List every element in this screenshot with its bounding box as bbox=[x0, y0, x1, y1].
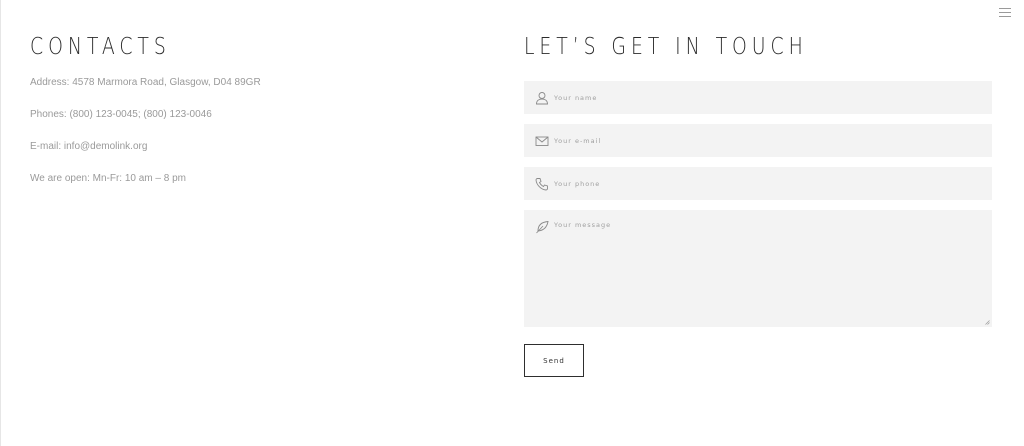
contacts-title: CONTACTS bbox=[30, 34, 171, 60]
name-field bbox=[524, 81, 992, 114]
address-text: Address: 4578 Marmora Road, Glasgow, D04… bbox=[30, 77, 261, 88]
user-icon bbox=[536, 92, 548, 105]
contact-page: CONTACTS Address: 4578 Marmora Road, Gla… bbox=[0, 0, 1024, 446]
phone-field bbox=[524, 167, 992, 200]
contact-info: Address: 4578 Marmora Road, Glasgow, D04… bbox=[30, 77, 470, 185]
phone-input[interactable] bbox=[554, 167, 992, 200]
envelope-icon bbox=[535, 136, 549, 146]
phones-text: Phones: (800) 123-0045; (800) 123-0046 bbox=[30, 109, 212, 120]
phone-icon bbox=[535, 178, 548, 191]
hamburger-menu-icon[interactable] bbox=[999, 8, 1011, 18]
contact-form-section: LET’S GET IN TOUCH Your name Your e-mail… bbox=[524, 33, 992, 377]
hours-text: We are open: Mn-Fr: 10 am – 8 pm bbox=[30, 173, 186, 184]
resize-grip-icon[interactable] bbox=[985, 320, 990, 325]
email-text: E-mail: info@demolink.org bbox=[30, 141, 148, 152]
send-button[interactable]: Send bbox=[524, 344, 584, 377]
feather-icon bbox=[536, 221, 549, 234]
email-field bbox=[524, 124, 992, 157]
message-field bbox=[524, 210, 992, 327]
contact-form: Send bbox=[524, 81, 992, 377]
name-input[interactable] bbox=[554, 81, 992, 114]
message-input[interactable] bbox=[554, 221, 992, 327]
form-title: LET’S GET IN TOUCH bbox=[524, 34, 808, 60]
contacts-section: CONTACTS Address: 4578 Marmora Road, Gla… bbox=[30, 33, 470, 205]
email-input[interactable] bbox=[554, 124, 992, 157]
